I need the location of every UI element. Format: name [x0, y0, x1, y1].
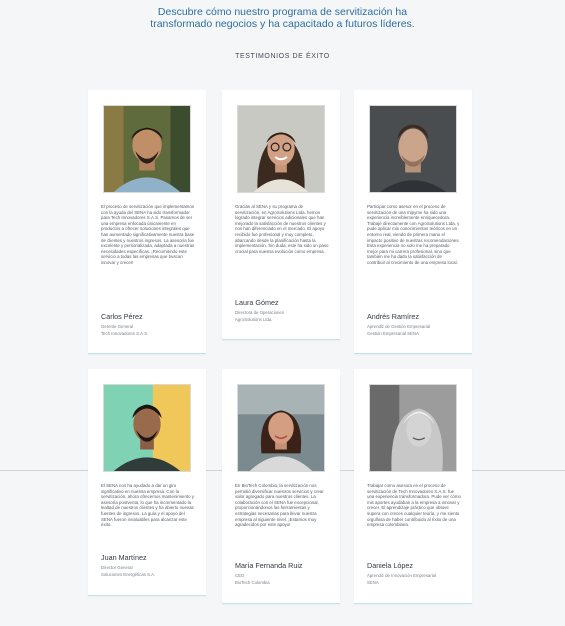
testimonial-card: Gracias al SENA y su programa de serviti…	[222, 90, 340, 340]
testimonial-photo	[237, 105, 325, 193]
testimonial-quote: Trabajar como asesora en el proceso de s…	[367, 483, 461, 528]
testimonial-company: Soluciones Energéticas S.A.	[101, 572, 156, 577]
testimonial-name: Laura Gómez	[235, 298, 279, 307]
testimonial-name: Carlos Pérez	[101, 312, 143, 321]
testimonial-card: El SENA nos ha ayudado a dar un giro sig…	[88, 369, 206, 596]
testimonial-photo	[369, 105, 457, 193]
testimonial-role: Directora de Operaciones	[235, 310, 284, 315]
testimonial-role: Director General	[101, 565, 133, 570]
testimonial-company: Tech Innovadores S.A.S.	[101, 331, 149, 336]
testimonial-role: CEO	[235, 573, 245, 578]
hero-title: Descubre cómo nuestro programa de servit…	[150, 6, 415, 30]
testimonial-photo	[103, 105, 191, 193]
testimonial-quote: En BioTech Colombia, la servitización no…	[235, 483, 324, 528]
testimonial-photo	[103, 384, 191, 472]
testimonial-quote: Gracias al SENA y su programa de serviti…	[235, 204, 329, 254]
testimonial-card: En BioTech Colombia, la servitización no…	[222, 369, 340, 604]
testimonial-company: AgroSolutions Ltda.	[235, 317, 273, 322]
testimonial-name: María Fernanda Ruiz	[235, 561, 303, 570]
testimonial-photo	[237, 384, 325, 472]
testimonial-role: Aprendiz de Innovación Empresarial	[367, 573, 437, 578]
section-label: TESTIMONIOS DE ÉXITO	[235, 53, 330, 60]
testimonial-card: El proceso de servitización que implemen…	[88, 90, 206, 354]
testimonial-photo	[369, 384, 457, 472]
testimonial-name: Juan Martínez	[101, 553, 147, 562]
testimonial-company: SENA	[367, 580, 379, 585]
testimonial-quote: El SENA nos ha ayudado a dar un giro sig…	[101, 483, 194, 528]
testimonial-role: Gerente General	[101, 324, 134, 329]
testimonial-name: Andrés Ramírez	[367, 312, 419, 321]
testimonial-company: BioTech Colombia	[235, 580, 270, 585]
testimonial-quote: Participar como asesor en el proceso de …	[367, 204, 460, 265]
testimonial-company: Gestión Empresarial SENA	[367, 331, 419, 336]
testimonial-name: Daniela López	[367, 561, 413, 570]
testimonial-role: Aprendiz de Gestión Empresarial	[367, 324, 431, 329]
testimonial-quote: El proceso de servitización que implemen…	[101, 204, 195, 265]
testimonial-card: Trabajar como asesora en el proceso de s…	[354, 369, 472, 604]
testimonial-card: Participar como asesor en el proceso de …	[354, 90, 472, 354]
